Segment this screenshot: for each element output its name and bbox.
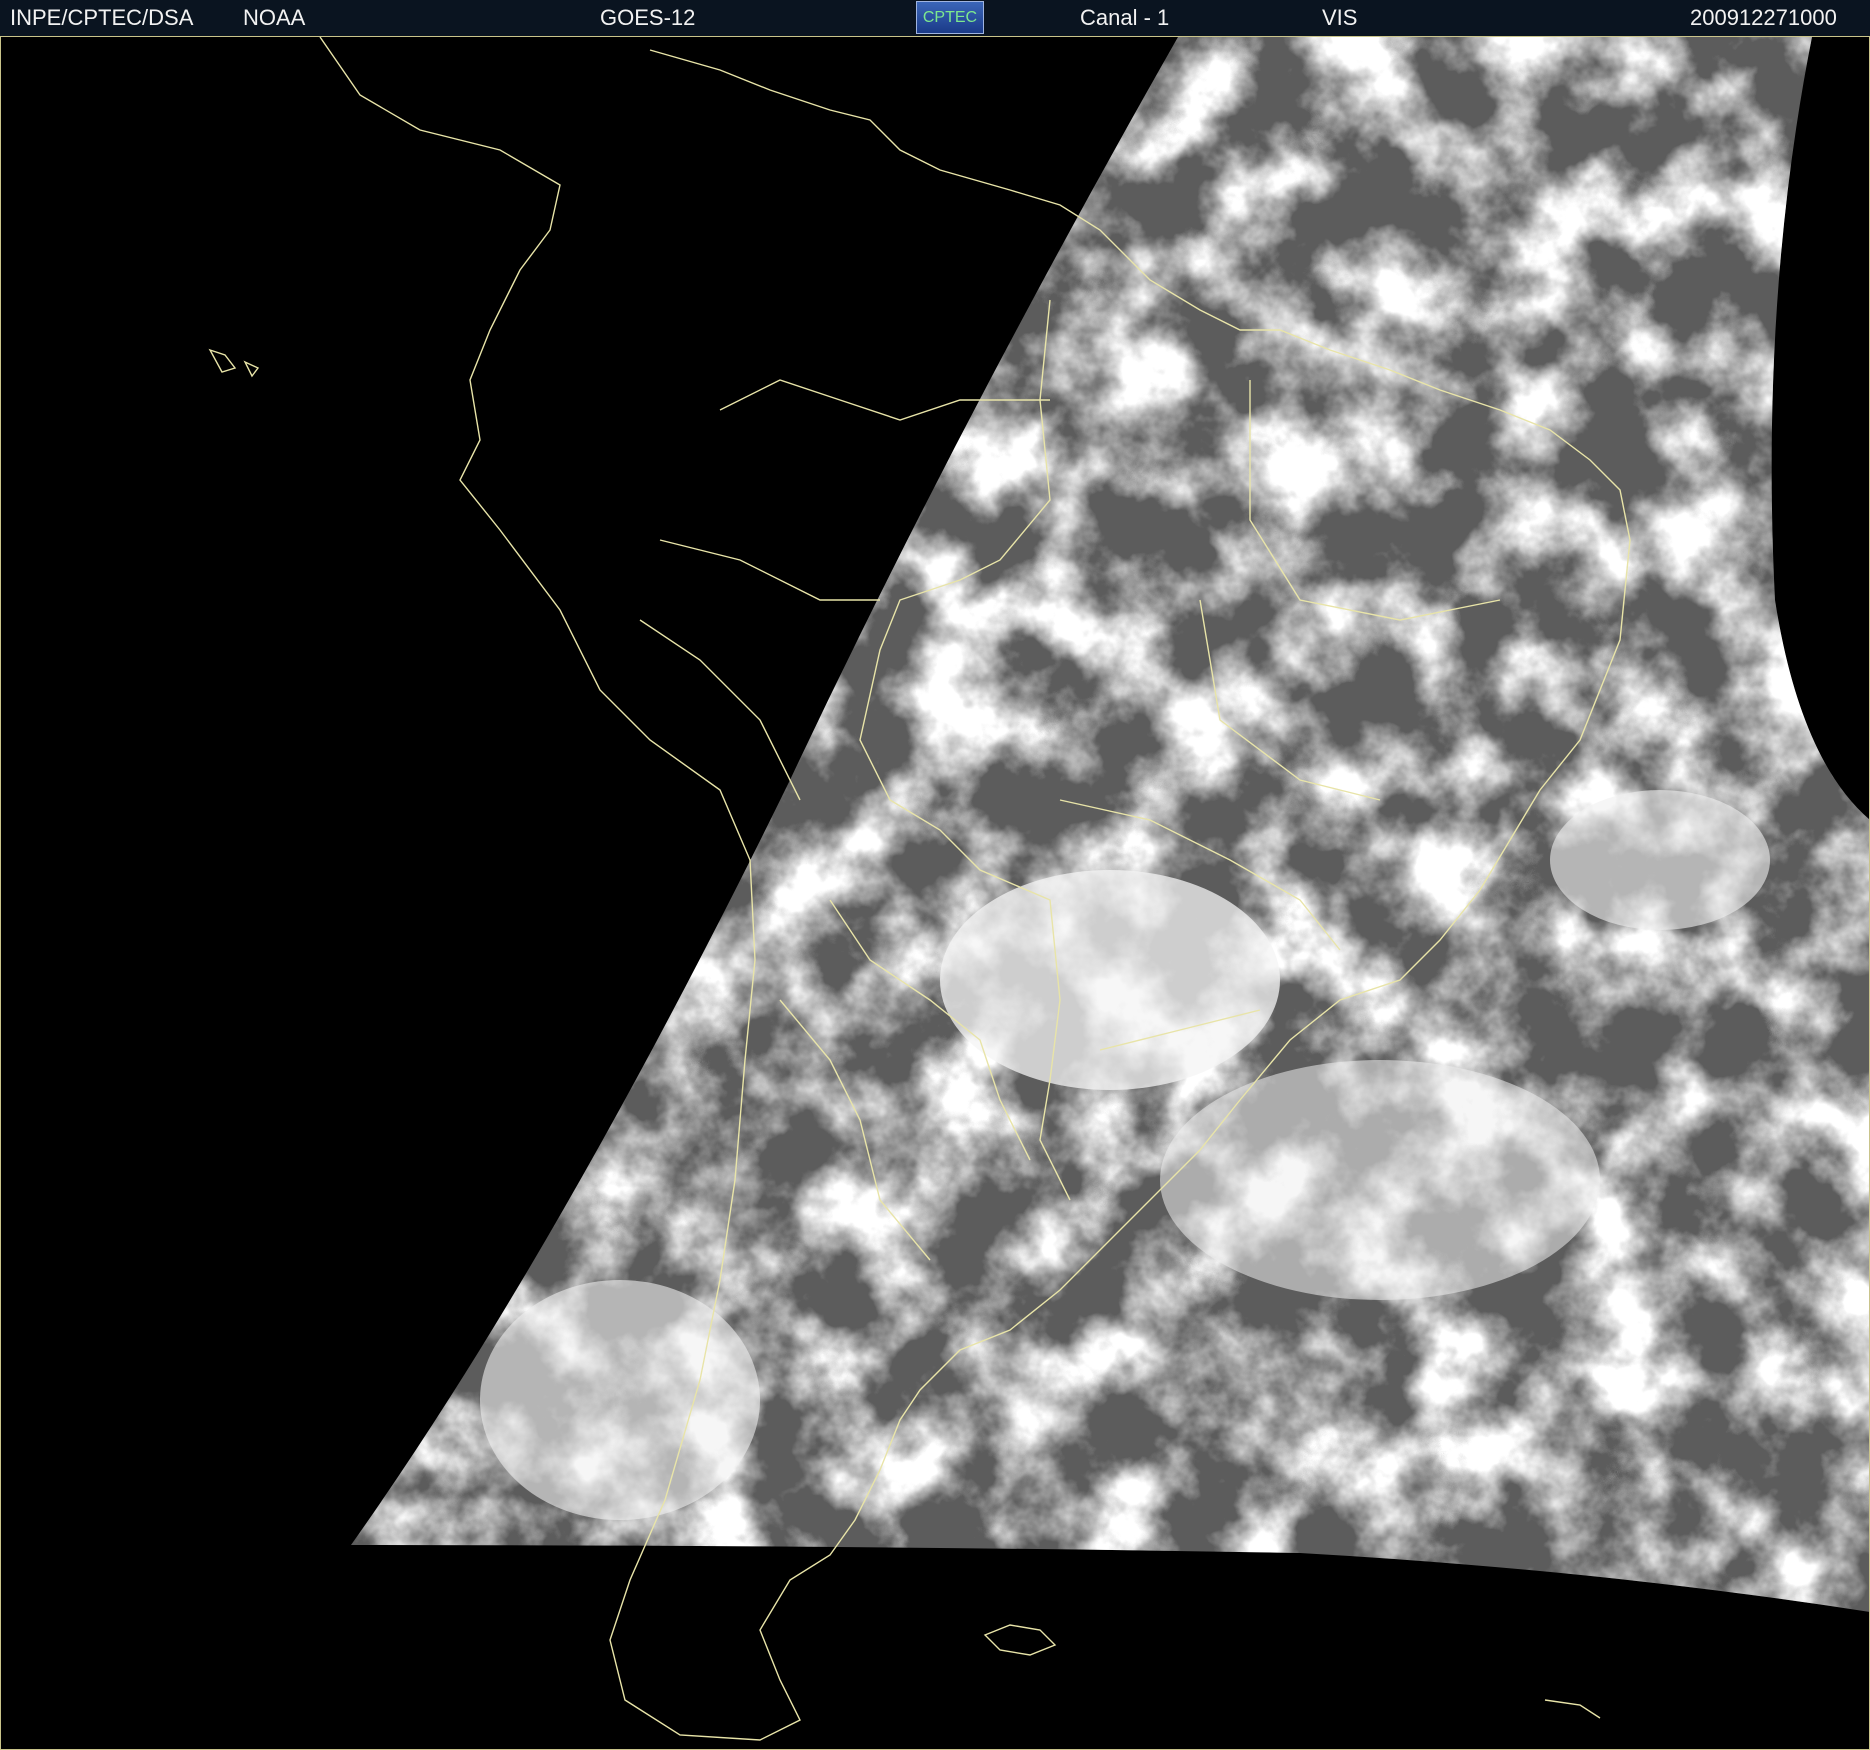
band-label: VIS (1322, 5, 1358, 30)
cloud-mass-central (940, 870, 1280, 1090)
cloud-mass-east (1550, 790, 1770, 930)
agency-label: NOAA (243, 5, 306, 30)
timestamp-label: 200912271000 (1690, 5, 1837, 30)
image-header: INPE/CPTEC/DSA NOAA GOES-12 CPTEC Canal … (0, 0, 1870, 37)
channel-label: Canal - 1 (1080, 5, 1170, 30)
cptec-logo: CPTEC (916, 1, 984, 34)
cloud-mass-south (1160, 1060, 1600, 1300)
cloud-mass-andes (480, 1280, 760, 1520)
cptec-logo-text: CPTEC (922, 9, 978, 26)
satellite-map (0, 37, 1870, 1750)
institution-label: INPE/CPTEC/DSA (10, 5, 194, 30)
satellite-label: GOES-12 (600, 5, 696, 30)
